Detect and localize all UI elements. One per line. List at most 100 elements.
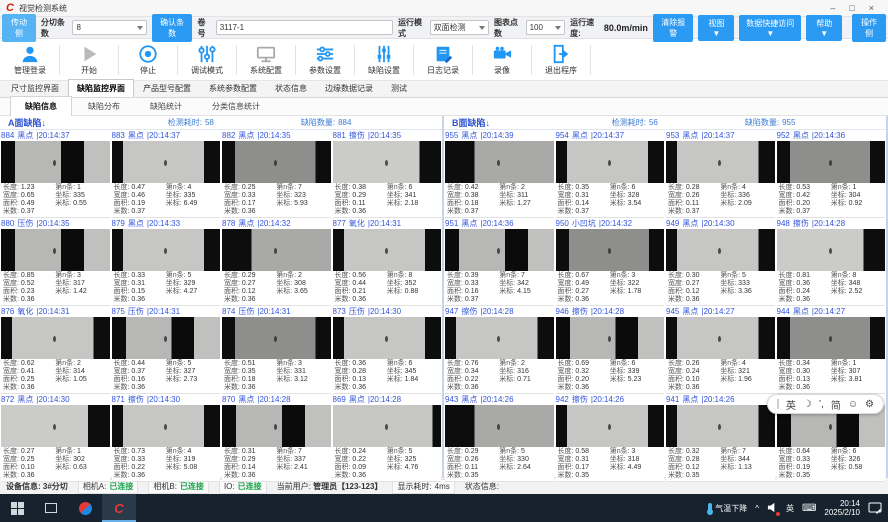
defect-image[interactable] [777, 317, 886, 359]
tab-edge-data-record[interactable]: 边缘数据记录 [316, 79, 382, 97]
defect-cell[interactable]: 942擦伤|20:14:26 长度: 0.58 第n条: 3 宽度: 0.31 … [556, 394, 665, 482]
ime-simplified-toggle[interactable]: 简 [831, 397, 841, 412]
defect-cell[interactable]: 950小凹坑|20:14:32 长度: 0.67 第n条: 3 宽度: 0.49… [556, 218, 665, 306]
defect-cell[interactable]: 872黑点|20:14:30 长度: 0.27 第n条: 1 宽度: 0.25 … [1, 394, 110, 482]
defect-cell[interactable]: 870黑点|20:14:28 长度: 0.31 第n条: 7 宽度: 0.29 … [222, 394, 331, 482]
defect-image[interactable] [333, 405, 442, 447]
defect-image[interactable] [445, 229, 554, 271]
ime-punct-icon[interactable]: ’, [819, 399, 824, 410]
defect-cell[interactable]: 883黑点|20:14:37 长度: 0.47 第n条: 4 宽度: 0.46 … [112, 130, 221, 218]
defect-cell[interactable]: 875压伤|20:14:31 长度: 0.44 第n条: 5 宽度: 0.37 … [112, 306, 221, 394]
ime-halfwidth-icon[interactable]: ☽ [803, 399, 812, 410]
taskbar-clock[interactable]: 20:142025/2/10 [824, 499, 860, 517]
defect-image[interactable] [556, 317, 665, 359]
system-config-button[interactable]: 系统配置 [240, 44, 292, 76]
defect-cell[interactable]: 877氧化|20:14:31 长度: 0.56 第n条: 8 宽度: 0.44 … [333, 218, 442, 306]
task-view-button[interactable] [34, 494, 68, 522]
log-record-button[interactable]: 日志记录 [417, 44, 469, 76]
exit-program-button[interactable]: 退出程序 [535, 44, 587, 76]
defect-cell[interactable]: 878黑点|20:14:32 长度: 0.29 第n条: 2 宽度: 0.27 … [222, 218, 331, 306]
close-button[interactable]: × [869, 3, 874, 13]
quick-access-menu-button[interactable]: 数据快捷访问 ▼ [739, 15, 801, 41]
tray-expand-caret[interactable]: ^ [755, 504, 759, 513]
subtab-defect-info[interactable]: 缺陷信息 [10, 96, 72, 117]
defect-cell[interactable]: 953黑点|20:14:37 长度: 0.28 第n条: 4 宽度: 0.26 … [666, 130, 775, 218]
volume-icon[interactable] [767, 502, 778, 515]
ime-toolbar[interactable]: 英 ☽ ’, 简 ☺ ⚙ [767, 394, 884, 414]
defect-image[interactable] [777, 141, 886, 183]
defect-cell[interactable]: 944黑点|20:14:27 长度: 0.34 第n条: 1 宽度: 0.30 … [777, 306, 886, 394]
defect-image[interactable] [333, 317, 442, 359]
defect-cell[interactable]: 874压伤|20:14:31 长度: 0.51 第n条: 3 宽度: 0.35 … [222, 306, 331, 394]
subtab-defect-statistics[interactable]: 缺陷统计 [136, 97, 196, 116]
taskbar-app-1[interactable] [68, 494, 102, 522]
roll-number-input[interactable] [216, 20, 393, 35]
defect-image[interactable] [666, 141, 775, 183]
defect-image[interactable] [666, 405, 775, 447]
taskbar-app-inspection[interactable]: C [102, 494, 136, 522]
defect-image[interactable] [445, 405, 554, 447]
defect-cell[interactable]: 871擦伤|20:14:30 长度: 0.73 第n条: 4 宽度: 0.33 … [112, 394, 221, 482]
defect-image[interactable] [222, 141, 331, 183]
defect-image[interactable] [777, 229, 886, 271]
defect-cell[interactable]: 951黑点|20:14:36 长度: 0.39 第n条: 7 宽度: 0.33 … [445, 218, 554, 306]
defect-image[interactable] [222, 317, 331, 359]
subtab-class-info-statistics[interactable]: 分类信息统计 [198, 97, 274, 116]
admin-login-button[interactable]: 管理登录 [4, 44, 56, 76]
defect-cell[interactable]: 955黑点|20:14:39 长度: 0.42 第n条: 2 宽度: 0.38 … [445, 130, 554, 218]
defect-cell[interactable]: 881擦伤|20:14:35 长度: 0.38 第n条: 6 宽度: 0.29 … [333, 130, 442, 218]
defect-cell[interactable]: 869黑点|20:14:28 长度: 0.24 第n条: 5 宽度: 0.22 … [333, 394, 442, 482]
defect-image[interactable] [666, 317, 775, 359]
operator-side-button[interactable]: 操作侧 [852, 14, 886, 42]
parameter-settings-button[interactable]: 参数设置 [299, 44, 351, 76]
defect-image[interactable] [556, 229, 665, 271]
defect-cell[interactable]: 954黑点|20:14:37 长度: 0.35 第n条: 6 宽度: 0.31 … [556, 130, 665, 218]
tab-size-monitor[interactable]: 尺寸监控界面 [2, 79, 68, 97]
defect-image[interactable] [1, 405, 110, 447]
ime-emoji-icon[interactable]: ☺ [848, 399, 858, 410]
defect-image[interactable] [556, 141, 665, 183]
recording-button[interactable]: 录像 [476, 44, 528, 76]
run-mode-select[interactable]: 双面检测 [430, 20, 489, 35]
minimize-button[interactable]: – [830, 3, 835, 13]
clear-alarm-button[interactable]: 清除报警 [653, 14, 694, 42]
start-button[interactable]: 开始 [63, 44, 115, 76]
defect-cell[interactable]: 873压伤|20:14:30 长度: 0.36 第n条: 6 宽度: 0.28 … [333, 306, 442, 394]
defect-cell[interactable]: 941黑点|20:14:26 长度: 0.32 第n条: 7 宽度: 0.28 … [666, 394, 775, 482]
start-menu-button[interactable] [0, 494, 34, 522]
weather-widget[interactable]: 气温下降 [708, 503, 747, 514]
debug-mode-button[interactable]: 调试模式 [181, 44, 233, 76]
chart-points-select[interactable]: 100 [526, 20, 566, 35]
defect-cell[interactable]: 943黑点|20:14:26 长度: 0.29 第n条: 5 宽度: 0.26 … [445, 394, 554, 482]
view-menu-button[interactable]: 视图 ▼ [698, 15, 734, 41]
maximize-button[interactable]: □ [849, 3, 854, 13]
tab-defect-monitor[interactable]: 缺陷监控界面 [68, 79, 134, 97]
subtab-defect-distribution[interactable]: 缺陷分布 [74, 97, 134, 116]
defect-cell[interactable]: 879黑点|20:14:33 长度: 0.33 第n条: 5 宽度: 0.31 … [112, 218, 221, 306]
defect-image[interactable] [112, 229, 221, 271]
defect-image[interactable] [1, 317, 110, 359]
defect-cell[interactable]: 952黑点|20:14:36 长度: 0.53 第n条: 1 宽度: 0.42 … [777, 130, 886, 218]
defect-cell[interactable]: 947擦伤|20:14:28 长度: 0.76 第n条: 2 宽度: 0.34 … [445, 306, 554, 394]
defect-cell[interactable]: 876氧化|20:14:31 长度: 0.62 第n条: 2 宽度: 0.41 … [1, 306, 110, 394]
ime-lang-toggle[interactable]: 英 [786, 397, 796, 412]
ime-drag-handle[interactable] [777, 399, 779, 409]
defect-image[interactable] [112, 405, 221, 447]
stop-button[interactable]: 停止 [122, 44, 174, 76]
defect-image[interactable] [556, 405, 665, 447]
defect-image[interactable] [445, 317, 554, 359]
defect-cell[interactable]: 945黑点|20:14:27 长度: 0.26 第n条: 4 宽度: 0.24 … [666, 306, 775, 394]
drive-side-button[interactable]: 传动侧 [2, 14, 36, 42]
defect-image[interactable] [666, 229, 775, 271]
defect-settings-button[interactable]: 缺陷设置 [358, 44, 410, 76]
confirm-count-button[interactable]: 确认条数 [152, 14, 193, 42]
tab-system-param-config[interactable]: 系统参数配置 [200, 79, 266, 97]
ime-language-indicator[interactable]: 英 [786, 503, 794, 514]
tab-test[interactable]: 测试 [382, 79, 416, 97]
defect-image[interactable] [1, 229, 110, 271]
defect-image[interactable] [333, 229, 442, 271]
tab-product-model-config[interactable]: 产品型号配置 [134, 79, 200, 97]
touch-keyboard-icon[interactable]: ⌨ [802, 503, 816, 514]
help-menu-button[interactable]: 帮助 ▼ [806, 15, 842, 41]
tab-status-info[interactable]: 状态信息 [266, 79, 316, 97]
